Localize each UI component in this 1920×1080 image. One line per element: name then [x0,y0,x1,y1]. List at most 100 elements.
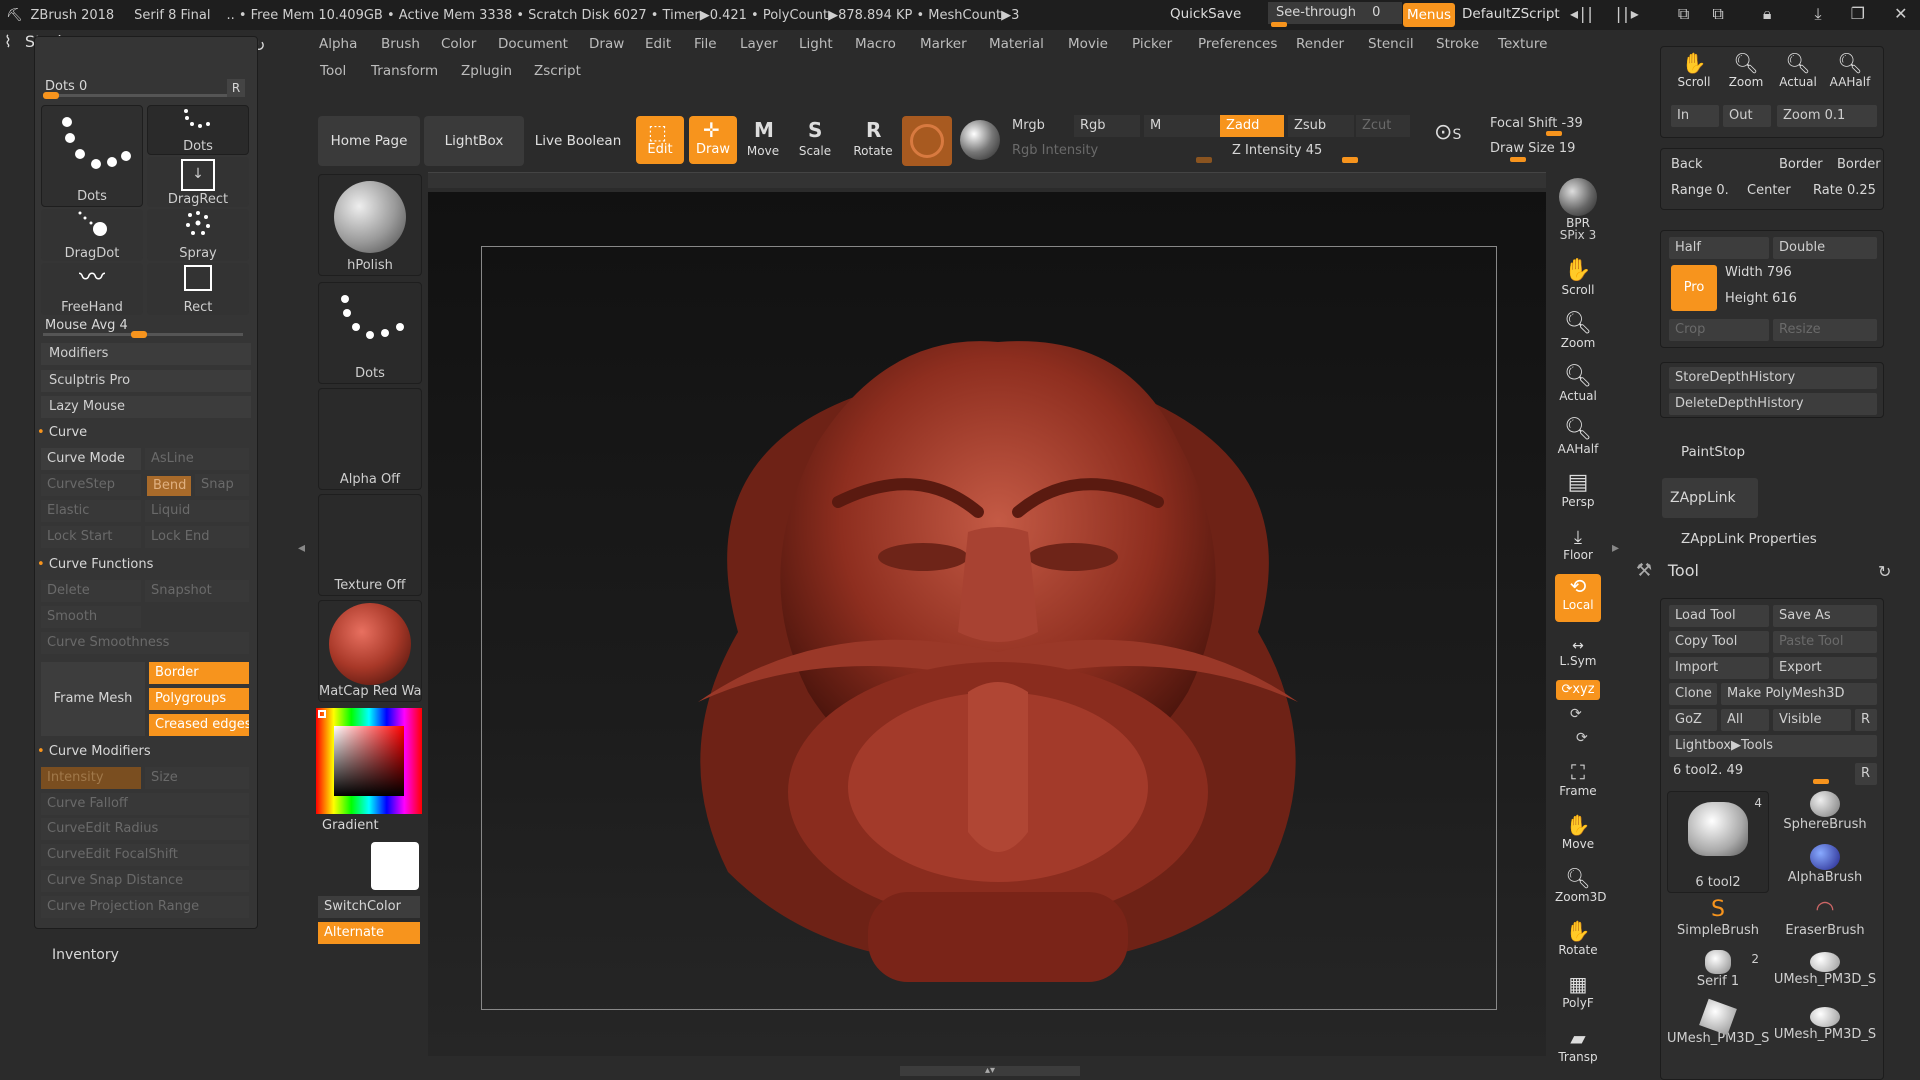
curve-functions-subpalette[interactable]: • Curve Functions [37,557,153,572]
xyz-rotate-button[interactable]: ⟳xyz [1556,680,1600,700]
paste-tool-button[interactable]: Paste Tool [1773,631,1877,653]
canvas-bottom-tray-toggle[interactable]: ▴▾ [900,1066,1080,1076]
dock-left-icon[interactable]: ◂|| [1570,4,1595,23]
resize-button[interactable]: Resize [1773,319,1877,341]
lightbox-tools-button[interactable]: Lightbox▶Tools [1669,735,1877,757]
delete-depth-history-button[interactable]: DeleteDepthHistory [1669,393,1877,415]
zapplink-properties-button[interactable]: ZAppLink Properties [1681,531,1817,547]
creased-edges-toggle[interactable]: Creased edges [149,714,249,736]
liquid-button[interactable]: Liquid [145,500,249,522]
intensity-toggle[interactable]: Intensity [41,767,141,789]
goz-r-button[interactable]: R [1855,709,1877,731]
draw-mode-button[interactable]: ✛ Draw [689,116,737,164]
menu-preferences[interactable]: Preferences [1198,36,1277,52]
sculpt-mode-button[interactable] [902,116,952,166]
document-canvas[interactable] [428,192,1546,1056]
inventory-label[interactable]: Inventory [52,947,119,963]
layout-icon[interactable]: ⧉ [1678,4,1691,23]
tool-thumb-spherebrush[interactable]: SphereBrush [1773,791,1877,841]
color-picker[interactable] [316,708,422,814]
size-toggle[interactable]: Size [145,767,249,789]
height-slider[interactable]: Height 616 [1725,291,1797,306]
z-intensity-knob[interactable] [1342,157,1358,163]
rgb-button[interactable]: Rgb [1074,115,1140,137]
menu-zscript[interactable]: Zscript [534,63,581,79]
home-page-button[interactable]: Home Page [318,116,420,166]
tool-r-button[interactable]: R [1855,763,1877,785]
zadd-button[interactable]: Zadd [1220,115,1284,137]
scale-mode-button[interactable]: S Scale [792,116,838,164]
live-boolean-button[interactable]: Live Boolean [528,116,628,166]
right-tray-toggle-icon[interactable]: ▸ [1612,540,1619,556]
rate-slider[interactable]: Rate 0.25 [1813,183,1876,198]
y-rotate-icon[interactable]: ⟳ [1570,706,1582,722]
draw-size-knob[interactable] [1510,157,1526,162]
double-button[interactable]: Double [1773,237,1877,259]
material-selector[interactable]: MatCap Red Wa [318,600,422,702]
bend-button[interactable]: Bend [147,476,191,496]
spix-slider[interactable]: SPix 3 [1555,228,1601,242]
menu-alpha[interactable]: Alpha [319,36,357,52]
curve-smoothness-slider[interactable]: Curve Smoothness [41,632,249,654]
tool-thumb-umesh-2[interactable]: UMesh_PM3D_S [1667,998,1769,1053]
stroke-selector[interactable]: Dots [318,282,422,384]
menu-macro[interactable]: Macro [855,36,896,52]
lock-icon[interactable]: 🔒︎ [1763,4,1774,23]
menus-button[interactable]: Menus [1403,3,1455,27]
curve-modifiers-subpalette[interactable]: • Curve Modifiers [37,744,151,759]
rotate-view-button[interactable]: ✋ Rotate [1555,919,1601,967]
curvestep-slider[interactable]: CurveStep [41,474,141,496]
stroke-tile-dragdot[interactable]: DragDot [41,209,143,261]
stroke-tile-dots-large[interactable]: Dots [41,105,143,207]
curveedit-radius-slider[interactable]: CurveEdit Radius [41,818,249,840]
load-tool-button[interactable]: Load Tool [1669,605,1769,627]
rgb-intensity-knob[interactable] [1196,157,1212,163]
sculptris-pro-subpalette[interactable]: Sculptris Pro [41,370,251,392]
rotate-mode-button[interactable]: R Rotate [850,116,896,164]
tool-thumb-umesh-3[interactable]: UMesh_PM3D_S [1773,1003,1877,1053]
lsym-button[interactable]: ↔ L.Sym [1555,638,1601,672]
focal-shift-knob[interactable] [1546,131,1562,136]
dots-slider[interactable] [43,92,231,99]
menu-movie[interactable]: Movie [1068,36,1108,52]
curveedit-focalshift-slider[interactable]: CurveEdit FocalShift [41,844,249,866]
menu-document[interactable]: Document [498,36,568,52]
move-mode-button[interactable]: M Move [740,116,786,164]
default-zscript-button[interactable]: DefaultZScript [1462,6,1560,22]
lazy-mouse-subpalette[interactable]: Lazy Mouse [41,396,251,418]
tool-thumb-alphabrush[interactable]: AlphaBrush [1773,844,1877,894]
canvas-top-scrollbar[interactable] [428,172,1546,188]
import-button[interactable]: Import [1669,657,1769,679]
menu-edit[interactable]: Edit [645,36,671,52]
menu-draw[interactable]: Draw [589,36,624,52]
minimize-icon[interactable]: ⤓ [1814,4,1823,23]
menu-texture[interactable]: Texture [1498,36,1547,52]
asline-button[interactable]: AsLine [145,448,249,470]
m-button[interactable]: M [1144,115,1220,137]
menu-color[interactable]: Color [441,36,476,52]
crop-button[interactable]: Crop [1669,319,1769,341]
stroke-tile-dragrect[interactable]: ↓ DragRect [147,157,249,207]
z-rotate-icon[interactable]: ⟳ [1576,730,1588,746]
dock-right-icon[interactable]: ||▸ [1616,4,1641,23]
save-as-button[interactable]: Save As [1773,605,1877,627]
alternate-button[interactable]: Alternate [318,922,420,944]
paintstop-button[interactable]: PaintStop [1681,444,1745,460]
copy-tool-button[interactable]: Copy Tool [1669,631,1769,653]
maximize-icon[interactable]: ❐ [1851,4,1867,23]
zapplink-button[interactable]: ZAppLink [1662,478,1758,518]
all-button[interactable]: All [1721,709,1769,731]
dots-r-button[interactable]: R [227,79,245,97]
zsub-button[interactable]: Zsub [1288,115,1354,137]
tool-thumb-eraserbrush[interactable]: ◠ EraserBrush [1773,897,1877,947]
range-slider[interactable]: Range 0. [1671,183,1729,198]
actual-button[interactable]: 🔍︎ Actual [1555,364,1601,412]
menu-transform[interactable]: Transform [371,63,438,79]
z-intensity-slider[interactable]: Z Intensity 45 [1226,140,1416,162]
snapshot-button[interactable]: Snapshot [145,580,249,602]
clone-button[interactable]: Clone [1669,683,1717,705]
center-slider[interactable]: Center [1747,183,1791,198]
tool-thumb-6tool2[interactable]: 4 6 tool2 [1667,791,1769,893]
tool-thumb-serif1[interactable]: 2 Serif 1 [1667,950,1769,1000]
brush-selector[interactable]: hPolish [318,174,422,276]
